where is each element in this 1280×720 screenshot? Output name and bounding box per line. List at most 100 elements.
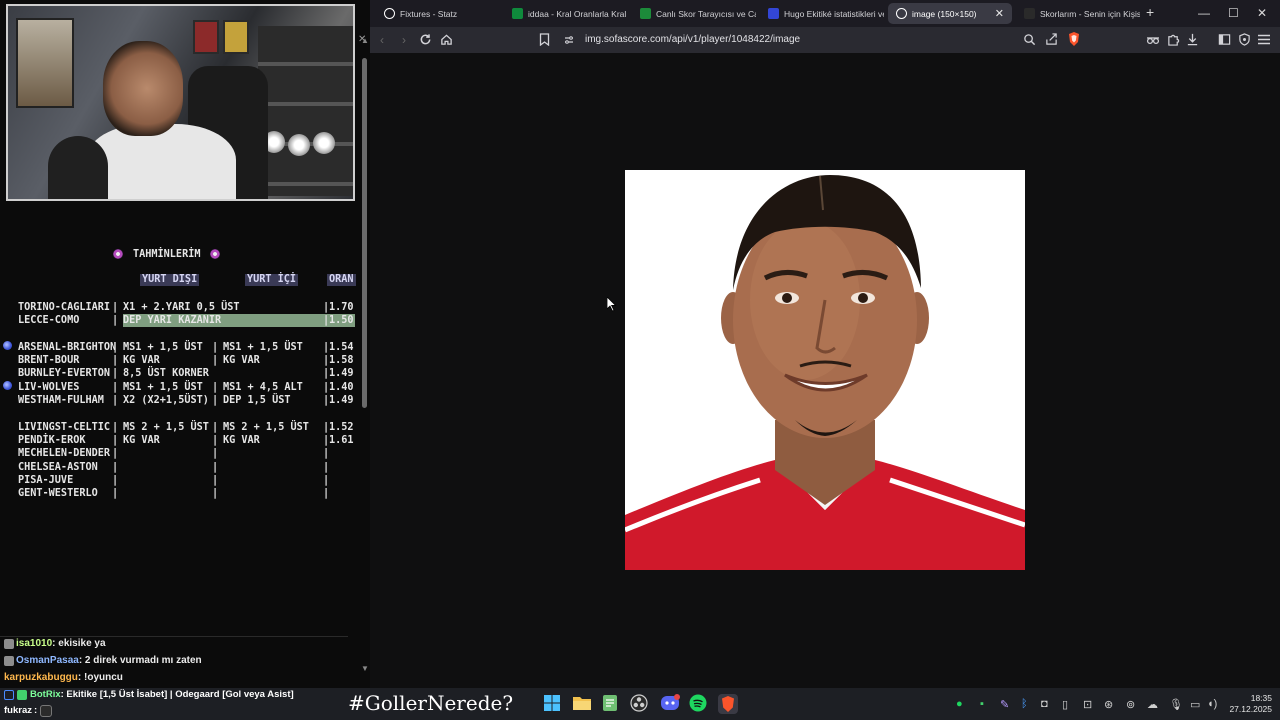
tab-title: Hugo Ekitiké istatistikleri ve [784, 8, 884, 19]
bookmark-icon[interactable] [539, 33, 550, 46]
discord-icon[interactable] [660, 694, 680, 714]
tray-game-icon[interactable]: ⊡ [1083, 698, 1092, 711]
match-name: LECCE-COMO [18, 315, 80, 326]
zoom-icon[interactable] [1023, 33, 1036, 46]
prediction-row: BURNLEY-EVERTON | 8,5 ÜST KORNER | 1.49 [18, 367, 358, 380]
prediction-row: MECHELEN-DENDER | | | [18, 447, 358, 460]
column-separator: | [112, 342, 119, 353]
brave-shield-icon[interactable] [1067, 31, 1083, 47]
spotify-icon[interactable] [689, 694, 709, 714]
scrollbar-thumb[interactable] [362, 58, 367, 408]
prediction-domestic: MS 2 + 1,5 ÜST [223, 422, 309, 433]
tray-nvidia-icon[interactable]: ▪ [980, 698, 984, 710]
wall-frame [193, 20, 219, 54]
viewer-badge-icon [4, 639, 14, 649]
prediction-row: PENDİK-EROK | KG VAR | KG VAR | 1.61 [18, 434, 358, 447]
minimize-icon[interactable]: — [1198, 6, 1210, 20]
column-header-abroad: YURT DIŞI [140, 274, 200, 286]
chat-username: BotRix [30, 689, 61, 700]
prediction-abroad: KG VAR [123, 355, 160, 366]
odds-value: 1.40 [329, 382, 354, 393]
scroll-down-icon[interactable]: ▼ [361, 664, 369, 673]
column-separator: | [323, 448, 330, 459]
tray-steam-icon[interactable]: ⊛ [1104, 698, 1113, 711]
bullet-icon [3, 381, 12, 390]
prediction-domestic: DEP 1,5 ÜST [223, 395, 291, 406]
system-clock[interactable]: 18:35 27.12.2025 [1228, 693, 1272, 715]
share-icon[interactable] [1045, 33, 1058, 46]
close-tab-icon[interactable]: ✕ [995, 7, 1004, 20]
predictions-header: TAHMİNLERİM [113, 247, 233, 261]
windows-start-icon[interactable] [543, 694, 563, 714]
maximize-icon[interactable]: ☐ [1228, 6, 1239, 20]
tray-usb-icon[interactable]: ▯ [1062, 698, 1068, 711]
forward-icon[interactable]: › [402, 32, 406, 48]
prediction-row: LIVINGST-CELTIC | MS 2 + 1,5 ÜST | MS 2 + 1,… [18, 421, 358, 434]
chat-message: : 2 direk vurmadı mı zaten [78, 655, 202, 666]
tray-bluetooth-icon[interactable]: ᛒ [1021, 698, 1028, 710]
prediction-row: GENT-WESTERLO | | | [18, 487, 358, 500]
chat-message: : [33, 705, 38, 716]
column-separator: | [112, 302, 119, 313]
clock-date: 27.12.2025 [1229, 704, 1272, 714]
wall-frame [223, 20, 249, 54]
extensions-icon[interactable] [1167, 33, 1180, 46]
tab-2[interactable]: iddaa - Kral Oranlarla Kral [504, 3, 628, 24]
tab-4[interactable]: Hugo Ekitiké istatistikleri ve [760, 3, 884, 24]
mouse-cursor [607, 297, 617, 312]
football [313, 132, 335, 154]
brave-browser-icon[interactable] [718, 694, 738, 714]
365-icon [1024, 8, 1035, 19]
obs-icon[interactable] [630, 694, 650, 714]
tray-discord-icon[interactable]: ◘ [1041, 698, 1048, 710]
prediction-row: LIV-WOLVES | MS1 + 1,5 ÜST | MS1 + 4,5 ALT | 1… [3, 381, 358, 394]
home-icon[interactable] [440, 33, 453, 46]
globe-icon [384, 8, 395, 19]
prediction-row: ARSENAL-BRIGHTON | MS1 + 1,5 ÜST | MS1 + 1,5… [3, 341, 358, 354]
scroll-up-icon[interactable]: ▲ [361, 36, 369, 45]
column-separator: | [112, 395, 119, 406]
notepad-icon[interactable] [601, 694, 621, 714]
site-info-icon[interactable] [564, 35, 574, 45]
tray-weather-icon[interactable]: ☁ [1147, 698, 1158, 711]
tray-settings-icon[interactable]: ⊚ [1126, 698, 1135, 711]
odds-value: 1.58 [329, 355, 354, 366]
reload-icon[interactable] [419, 33, 432, 46]
column-header-domestic: YURT İÇİ [245, 274, 299, 286]
prediction-abroad: MS1 + 1,5 ÜST [123, 342, 203, 353]
tab-5[interactable]: image (150×150) ✕ [888, 3, 1012, 24]
microphone-icon[interactable]: 🎙 [1169, 698, 1183, 711]
column-separator: | [212, 488, 219, 499]
target-icon [113, 249, 123, 259]
tab-strip: Fixtures - Statz iddaa - Kral Oranlarla K… [370, 0, 1280, 27]
tab-3[interactable]: Canlı Skor Tarayıcısı ve Can [632, 3, 756, 24]
column-separator: | [112, 368, 119, 379]
tray-pen-icon[interactable]: ✎ [1000, 698, 1009, 711]
sidebar-icon[interactable] [1218, 33, 1231, 46]
network-icon[interactable]: ▭ [1190, 698, 1200, 711]
extension-incognito-icon[interactable] [1146, 34, 1160, 45]
match-name: PENDİK-EROK [18, 435, 86, 446]
prediction-row: WESTHAM-FULHAM | X2 (X2+1,5ÜST) | DEP 1,5 ÜS… [18, 394, 358, 407]
back-icon[interactable]: ‹ [380, 32, 384, 48]
file-explorer-icon[interactable] [572, 694, 592, 714]
odds-value: 1.70 [329, 302, 354, 313]
chat-line: fukraz : [4, 704, 53, 718]
bot-badge-icon [4, 690, 14, 700]
prediction-abroad: DEP YARI KAZANIR [123, 315, 222, 326]
prediction-abroad: MS 2 + 1,5 ÜST [123, 422, 209, 433]
menu-icon[interactable] [1258, 34, 1270, 45]
tab-6[interactable]: Skorlarım - Senin için Kişis [1016, 3, 1140, 24]
tray-spotify-icon[interactable]: ● [956, 698, 963, 710]
new-tab-button[interactable]: + [1146, 4, 1154, 20]
streamer-head [103, 41, 183, 136]
prediction-abroad: KG VAR [123, 435, 160, 446]
close-window-icon[interactable]: ✕ [1257, 6, 1267, 20]
download-icon[interactable] [1186, 33, 1199, 46]
streamer-body [86, 124, 236, 199]
column-separator: | [112, 488, 119, 499]
vpn-shield-icon[interactable] [1238, 33, 1251, 46]
chat-username: OsmanPasaa [16, 655, 79, 666]
volume-icon[interactable]: ◖) [1207, 698, 1217, 710]
tab-1[interactable]: Fixtures - Statz [376, 3, 500, 24]
